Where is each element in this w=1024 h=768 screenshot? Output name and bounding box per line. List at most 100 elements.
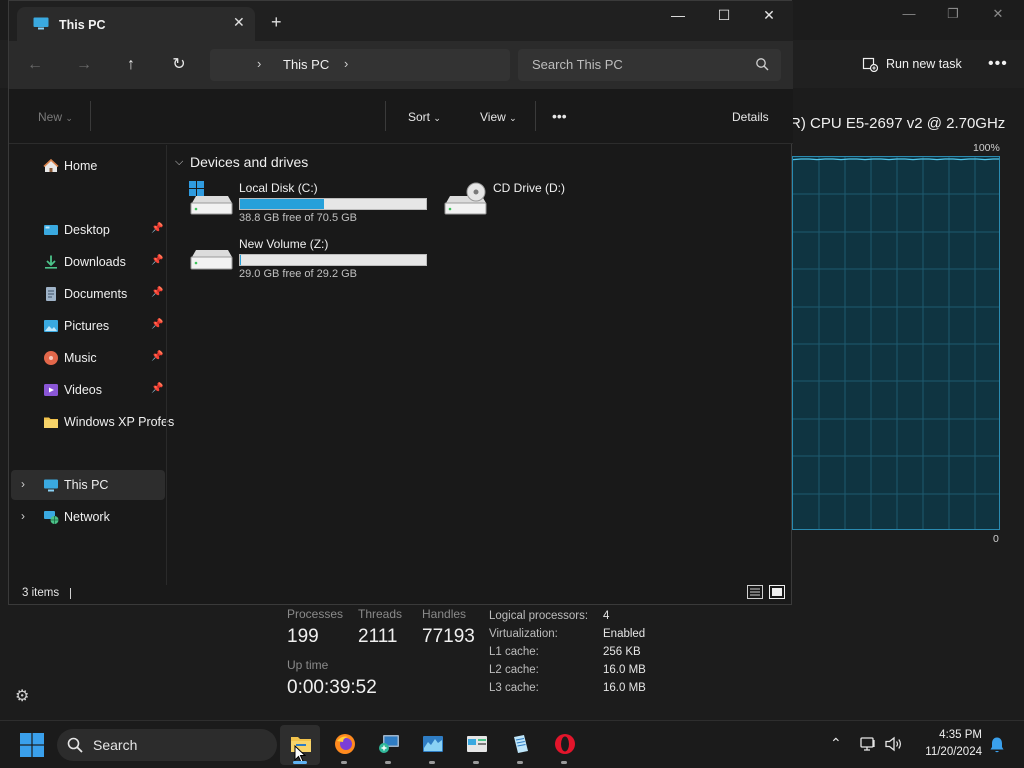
sidebar-item-label: Network (64, 510, 110, 524)
pin-icon[interactable]: 📌 (151, 287, 163, 298)
taskbar-search-box[interactable]: Search (57, 729, 277, 761)
sidebar-item-network[interactable]: › Network (11, 502, 165, 532)
task-manager-minimize-button[interactable]: — (886, 6, 932, 24)
start-windows-icon[interactable] (20, 733, 44, 757)
run-new-task-button[interactable]: Run new task (862, 56, 962, 72)
chevron-right-icon[interactable]: › (257, 56, 261, 71)
sidebar-item-pictures[interactable]: Pictures 📌 (11, 311, 165, 341)
item-count: 3 items (22, 587, 60, 599)
clock-time[interactable]: 4:35 PM (910, 729, 982, 741)
cpu-graph-grid (793, 157, 999, 529)
running-indicator (473, 761, 479, 764)
sidebar-item-downloads[interactable]: Downloads 📌 (11, 247, 165, 277)
detail-label: Virtualization: (489, 628, 558, 640)
group-header-devices-and-drives[interactable]: Devices and drives (190, 154, 308, 170)
refresh-button[interactable]: ↻ (168, 54, 190, 76)
taskbar-virtualbox[interactable] (456, 725, 496, 765)
music-icon (44, 351, 58, 365)
running-indicator (341, 761, 347, 764)
pin-icon[interactable]: 📌 (151, 255, 163, 266)
taskbar-opera[interactable] (544, 725, 584, 765)
drive-usage-fill (240, 199, 324, 209)
sidebar-item-label: Home (64, 159, 98, 173)
large-icons-view-icon[interactable] (769, 585, 785, 599)
new-button[interactable]: New ⌄ (38, 110, 73, 124)
drive-name: Local Disk (C:) (239, 181, 318, 195)
search-icon (756, 58, 769, 71)
tab-this-pc[interactable]: This PC ✕ (17, 7, 255, 43)
volume-icon[interactable] (885, 736, 903, 752)
uptime-value: 0:00:39:52 (287, 677, 377, 698)
firefox-icon (335, 734, 355, 754)
drive-item-local-disk-c[interactable]: Local Disk (C:) 38.8 GB free of 70.5 GB (189, 181, 429, 229)
chevron-right-icon[interactable]: › (21, 509, 25, 523)
chevron-down-icon[interactable]: ⌵ (175, 156, 183, 169)
task-manager-more-button[interactable]: ••• (988, 55, 1008, 73)
sidebar-item-label: Music (64, 351, 97, 365)
sidebar-item-home[interactable]: Home (11, 151, 165, 181)
run-task-icon (862, 57, 878, 72)
view-button[interactable]: View ⌄ (480, 110, 517, 124)
pin-icon[interactable]: 📌 (151, 351, 163, 362)
network-status-icon[interactable] (860, 736, 878, 752)
details-view-icon[interactable] (747, 585, 763, 599)
sort-label: Sort (408, 110, 431, 124)
sidebar-item-label: Videos (64, 383, 102, 397)
new-tab-button[interactable]: + (271, 13, 282, 31)
drive-name: CD Drive (D:) (493, 181, 565, 195)
drive-item-cd-drive-d[interactable]: CD Drive (D:) (443, 181, 583, 221)
sidebar-item-this-pc[interactable]: › This PC (11, 470, 165, 500)
taskbar-task-manager[interactable] (412, 725, 452, 765)
drive-usage-bar (239, 198, 427, 210)
detail-value: 4 (603, 610, 610, 622)
back-button[interactable]: ← (24, 54, 46, 76)
threads-value: 2111 (358, 626, 398, 647)
detail-label: Logical processors: (489, 610, 589, 622)
sidebar-item-videos[interactable]: Videos 📌 (11, 375, 165, 405)
settings-gear-icon[interactable]: ⚙ (15, 686, 29, 706)
drive-name: New Volume (Z:) (239, 237, 329, 251)
running-indicator (561, 761, 567, 764)
sidebar-item-desktop[interactable]: Desktop 📌 (11, 215, 165, 245)
new-label: New (38, 110, 63, 124)
details-button[interactable]: Details (732, 110, 769, 124)
taskbar-remote-desktop[interactable] (368, 725, 408, 765)
taskbar-firefox[interactable] (324, 725, 364, 765)
breadcrumb-this-pc[interactable]: This PC (283, 57, 329, 72)
desktop-icon (44, 225, 58, 235)
drive-item-new-volume-z[interactable]: New Volume (Z:) 29.0 GB free of 29.2 GB (189, 237, 429, 285)
notification-bell-icon[interactable] (989, 736, 1005, 754)
chevron-right-icon[interactable]: › (344, 56, 348, 71)
search-icon (67, 737, 83, 753)
see-more-button[interactable]: ••• (552, 108, 567, 124)
task-manager-close-button[interactable]: ✕ (975, 6, 1021, 24)
detail-label: L3 cache: (489, 682, 539, 694)
sidebar-item-music[interactable]: Music 📌 (11, 343, 165, 373)
forward-button[interactable]: → (73, 54, 95, 76)
processes-value: 199 (287, 626, 319, 647)
running-indicator (293, 761, 307, 764)
sort-button[interactable]: Sort ⌄ (408, 110, 441, 124)
clock-date[interactable]: 11/20/2024 (910, 746, 982, 758)
maximize-button[interactable]: ☐ (701, 7, 747, 27)
close-button[interactable]: ✕ (746, 7, 792, 27)
pin-icon[interactable]: 📌 (151, 223, 163, 234)
view-label: View (480, 110, 506, 124)
videos-icon (44, 384, 58, 396)
chevron-right-icon[interactable]: › (21, 477, 25, 491)
pin-icon[interactable]: 📌 (151, 383, 163, 394)
sidebar-item-documents[interactable]: Documents 📌 (11, 279, 165, 309)
taskbar-file-explorer[interactable] (280, 725, 320, 765)
taskbar-notepad[interactable] (500, 725, 540, 765)
task-manager-restore-button[interactable]: ❐ (930, 6, 976, 24)
pin-icon[interactable]: 📌 (151, 319, 163, 330)
minimize-button[interactable]: — (655, 7, 701, 27)
show-hidden-icons-chevron-up-icon[interactable]: ⌃ (830, 735, 842, 752)
address-bar[interactable]: › This PC › (210, 49, 510, 81)
tab-close-button[interactable]: ✕ (233, 14, 245, 31)
navigation-bar: ← → ↑ ↻ › This PC › Search This PC (9, 41, 793, 89)
sidebar-item-windows-xp-folder[interactable]: Windows XP Profes (11, 407, 174, 437)
search-input[interactable]: Search This PC (518, 49, 781, 81)
up-button[interactable]: ↑ (120, 54, 142, 76)
handles-value: 77193 (422, 626, 475, 647)
